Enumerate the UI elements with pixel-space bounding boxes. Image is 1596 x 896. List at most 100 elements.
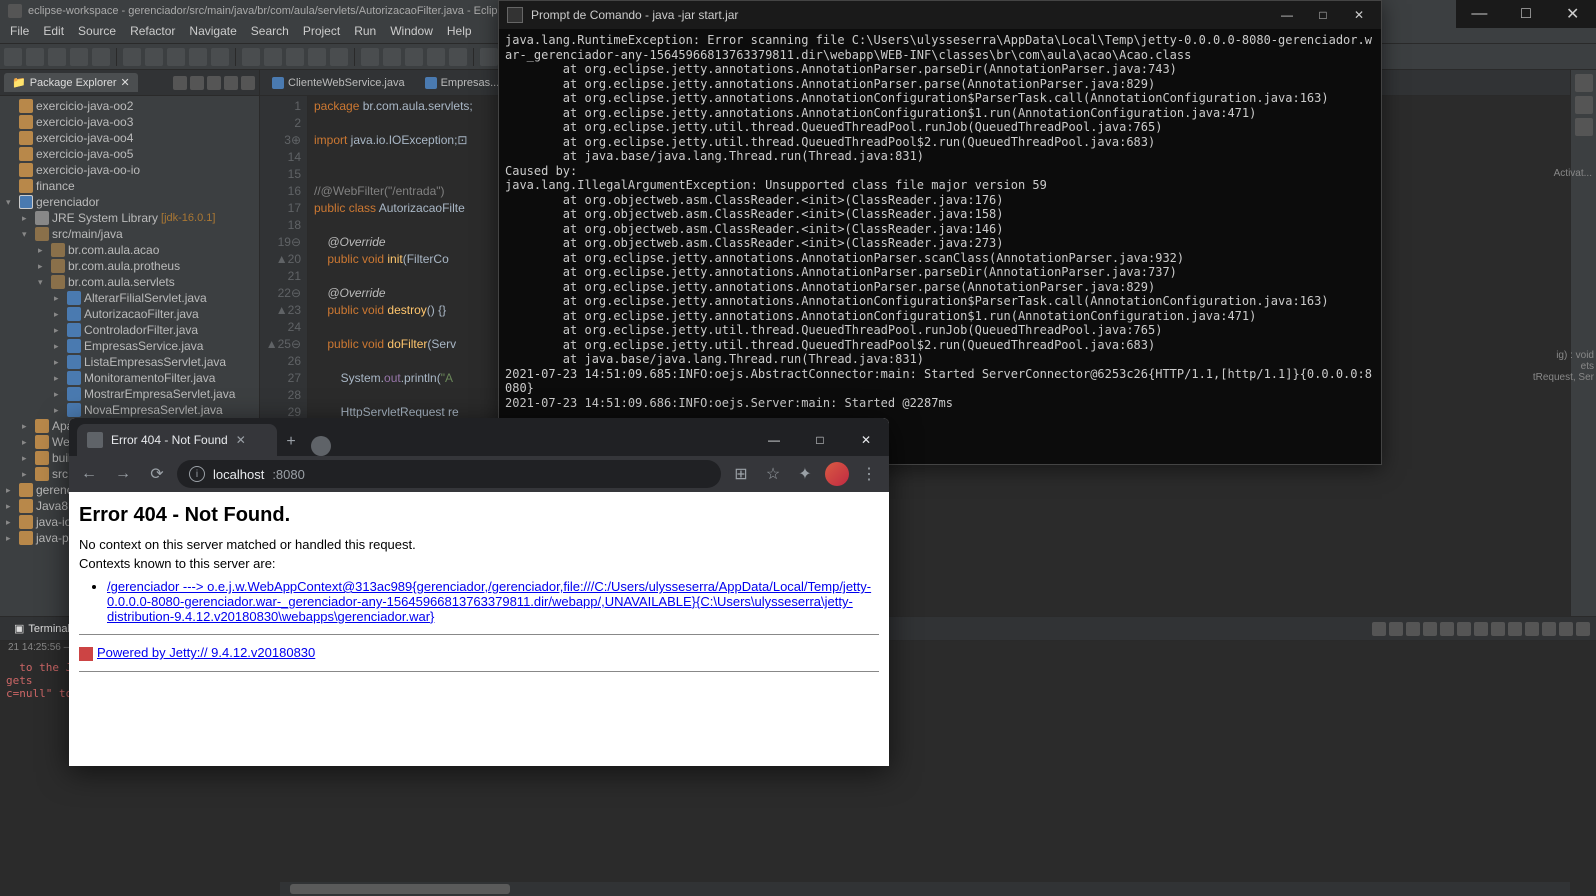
menu-edit[interactable]: Edit [43,24,64,41]
link-icon[interactable] [173,76,187,90]
maximize-button[interactable]: □ [1503,0,1550,28]
toolbar-button[interactable] [70,48,88,66]
package-explorer-tab[interactable]: 📁 Package Explorer ✕ [4,73,138,92]
outline-icon[interactable] [1575,74,1593,92]
toolbar-button[interactable] [264,48,282,66]
editor-tab[interactable]: ClienteWebService.java [262,73,415,93]
powered-by-link[interactable]: Powered by Jetty:// 9.4.12.v20180830 [97,645,315,660]
url-field[interactable]: i localhost:8080 [177,460,721,488]
perspective-icon[interactable] [1575,118,1593,136]
tree-item[interactable]: ▸MonitoramentoFilter.java [0,370,259,386]
browser-tab[interactable]: Error 404 - Not Found ✕ [77,424,277,456]
profile-avatar[interactable] [823,460,851,488]
toolbar-button[interactable] [286,48,304,66]
min-icon[interactable] [1559,622,1573,636]
toggle2-icon[interactable] [1440,622,1454,636]
tree-item[interactable]: ▸AutorizacaoFilter.java [0,306,259,322]
close-icon[interactable]: ✕ [236,433,246,447]
toolbar-button[interactable] [427,48,445,66]
close-button[interactable]: ✕ [1337,1,1381,29]
menu-window[interactable]: Window [390,24,433,41]
toggle6-icon[interactable] [1508,622,1522,636]
menu-project[interactable]: Project [303,24,340,41]
editor-tab[interactable]: Empresas... [415,73,510,93]
toggle4-icon[interactable] [1474,622,1488,636]
collapse-icon[interactable] [190,76,204,90]
toolbar-button[interactable] [480,48,498,66]
toolbar-button[interactable] [308,48,326,66]
toolbar-button[interactable] [48,48,66,66]
menu-navigate[interactable]: Navigate [189,24,236,41]
tree-item[interactable]: exercicio-java-oo3 [0,114,259,130]
toggle8-icon[interactable] [1542,622,1556,636]
right-toolbar[interactable]: Activat... ig) : voidetstRequest, Ser [1570,70,1596,620]
bookmark-icon[interactable]: ☆ [759,460,787,488]
toolbar-button[interactable] [92,48,110,66]
menu-run[interactable]: Run [354,24,376,41]
browser-tabstrip[interactable]: Error 404 - Not Found ✕ + — □ ✕ [69,418,889,456]
tree-item[interactable]: ▸br.com.aula.acao [0,242,259,258]
min-icon[interactable] [241,76,255,90]
context-link[interactable]: /gerenciador ---> o.e.j.w.WebAppContext@… [107,579,871,624]
toggle5-icon[interactable] [1491,622,1505,636]
cmd-titlebar[interactable]: Prompt de Comando - java -jar start.jar … [499,1,1381,29]
reload-button[interactable]: ⟳ [143,460,171,488]
toolbar-button[interactable] [361,48,379,66]
toolbar-button[interactable] [123,48,141,66]
scroll-icon[interactable] [1406,622,1420,636]
tree-item[interactable]: ▸MostrarEmpresaServlet.java [0,386,259,402]
menu-icon[interactable]: ⋮ [855,460,883,488]
tree-item[interactable]: ▸br.com.aula.protheus [0,258,259,274]
tree-item[interactable]: ▸ListaEmpresasServlet.java [0,354,259,370]
tree-item[interactable]: ▸EmpresasService.java [0,338,259,354]
toolbar-button[interactable] [4,48,22,66]
toggle-icon[interactable] [1423,622,1437,636]
max-icon[interactable] [1576,622,1590,636]
tree-item[interactable]: exercicio-java-oo2 [0,98,259,114]
tree-item[interactable]: ▸JRE System Library [jdk-16.0.1] [0,210,259,226]
tree-item[interactable]: ▾src/main/java [0,226,259,242]
menu-search[interactable]: Search [251,24,289,41]
toggle3-icon[interactable] [1457,622,1471,636]
close-button[interactable]: ✕ [1549,0,1596,28]
toolbar-button[interactable] [26,48,44,66]
tree-item[interactable]: exercicio-java-oo-io [0,162,259,178]
toolbar-button[interactable] [405,48,423,66]
translate-icon[interactable]: ⊞ [727,460,755,488]
toolbar-button[interactable] [242,48,260,66]
tree-item[interactable]: ▾gerenciador [0,194,259,210]
editor-scrollbar[interactable] [280,882,1570,896]
toolbar-button[interactable] [383,48,401,66]
toggle7-icon[interactable] [1525,622,1539,636]
tree-item[interactable]: finance [0,178,259,194]
minimize-button[interactable]: — [1456,0,1503,28]
extensions-icon[interactable]: ✦ [791,460,819,488]
back-button[interactable]: ← [75,460,103,488]
clear-icon[interactable] [1389,622,1403,636]
toolbar-button[interactable] [211,48,229,66]
toolbar-button[interactable] [449,48,467,66]
maximize-button[interactable]: □ [797,424,843,456]
tree-item[interactable]: exercicio-java-oo5 [0,146,259,162]
menu-help[interactable]: Help [447,24,472,41]
menu-icon[interactable] [224,76,238,90]
close-button[interactable]: ✕ [843,424,889,456]
tree-item[interactable]: ▸AlterarFilialServlet.java [0,290,259,306]
forward-button[interactable]: → [109,460,137,488]
minimize-button[interactable]: — [751,424,797,456]
toolbar-button[interactable] [167,48,185,66]
toolbar-button[interactable] [330,48,348,66]
cmd-output[interactable]: java.lang.RuntimeException: Error scanni… [499,29,1381,464]
filter-icon[interactable] [207,76,221,90]
tree-item[interactable]: ▸NovaEmpresaServlet.java [0,402,259,418]
tree-item[interactable]: exercicio-java-oo4 [0,130,259,146]
tasks-icon[interactable] [1575,96,1593,114]
toolbar-button[interactable] [145,48,163,66]
menu-source[interactable]: Source [78,24,116,41]
toolbar-button[interactable] [189,48,207,66]
menu-file[interactable]: File [10,24,29,41]
new-tab-button[interactable]: + [277,428,305,456]
tree-item[interactable]: ▸ControladorFilter.java [0,322,259,338]
pin-icon[interactable] [1372,622,1386,636]
close-icon[interactable]: ✕ [121,76,130,89]
